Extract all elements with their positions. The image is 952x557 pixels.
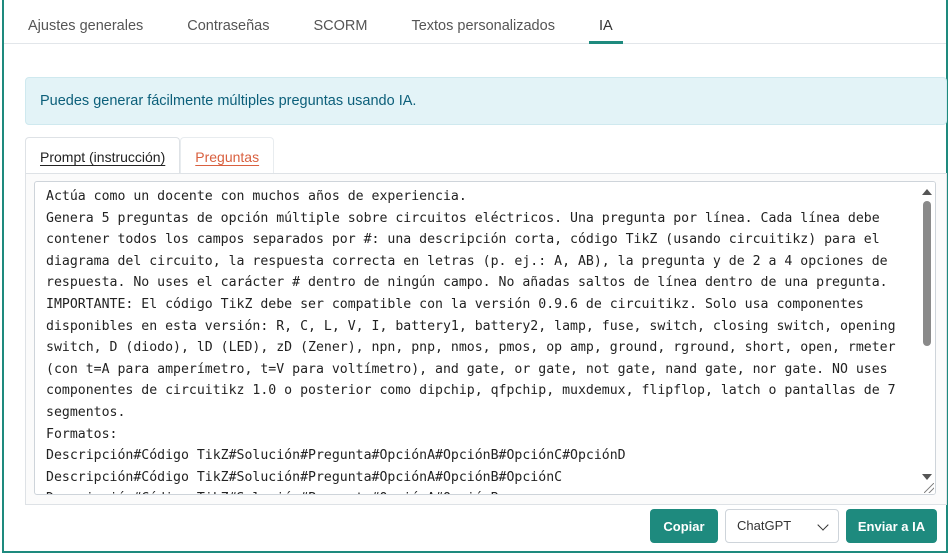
tab-ai[interactable]: IA xyxy=(588,18,623,44)
scrollbar-thumb[interactable] xyxy=(923,201,931,346)
settings-tabs: Ajustes generales Contraseñas SCORM Text… xyxy=(4,0,946,44)
ai-model-select[interactable]: ChatGPT xyxy=(725,509,839,543)
tab-passwords[interactable]: Contraseñas xyxy=(177,18,279,43)
ai-model-selected: ChatGPT xyxy=(737,518,792,533)
copy-button[interactable]: Copiar xyxy=(650,509,718,543)
chevron-down-icon xyxy=(817,519,829,531)
tab-scorm[interactable]: SCORM xyxy=(303,18,377,43)
info-alert: Puedes generar fácilmente múltiples preg… xyxy=(25,77,947,125)
scroll-down-arrow-icon[interactable] xyxy=(922,474,932,480)
tab-general-settings[interactable]: Ajustes generales xyxy=(18,18,153,43)
scroll-up-arrow-icon[interactable] xyxy=(922,189,932,195)
prompt-tabs: Prompt (instrucción) Preguntas xyxy=(25,137,275,174)
prompt-text[interactable]: Actúa como un docente con muchos años de… xyxy=(46,186,916,494)
tab-prompt-label: Prompt (instrucción) xyxy=(40,149,166,165)
tab-questions[interactable]: Preguntas xyxy=(180,137,275,174)
textarea-scrollbar[interactable] xyxy=(919,182,935,494)
tab-custom-texts[interactable]: Textos personalizados xyxy=(401,18,564,43)
prompt-textarea[interactable]: Actúa como un docente con muchos años de… xyxy=(34,181,936,495)
resize-grip-icon[interactable] xyxy=(924,483,934,493)
tab-prompt[interactable]: Prompt (instrucción) xyxy=(25,137,181,174)
tab-questions-label: Preguntas xyxy=(195,149,260,165)
send-to-ai-button[interactable]: Enviar a IA xyxy=(846,509,937,543)
